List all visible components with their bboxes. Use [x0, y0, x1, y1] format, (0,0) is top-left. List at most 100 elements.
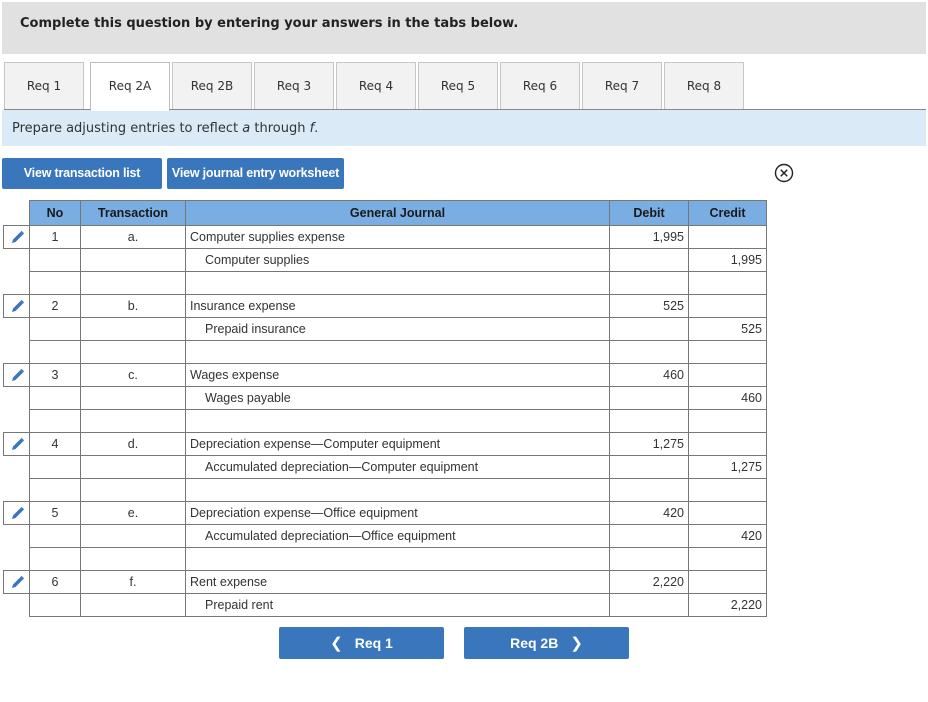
pencil-icon[interactable] [4, 295, 29, 317]
credit-amount-cell-empty[interactable] [688, 409, 767, 433]
edit-spacer-cell [4, 548, 30, 571]
credit-amount-cell-empty[interactable] [688, 570, 767, 594]
view-transaction-list-button[interactable]: View transaction list [2, 158, 162, 189]
journal-entry-debit-row: 2 b. Insurance expense 525 [3, 294, 767, 318]
edit-entry-cell[interactable] [3, 363, 30, 387]
credit-amount-cell-empty[interactable] [688, 225, 767, 249]
debit-amount-cell[interactable]: 2,220 [609, 570, 689, 594]
debit-account-cell[interactable]: Depreciation expense—Computer equipment [185, 432, 610, 456]
close-circle-icon[interactable] [774, 163, 794, 183]
credit-account-cell[interactable]: Computer supplies [185, 248, 610, 272]
credit-amount-cell-empty[interactable] [688, 340, 767, 364]
debit-amount-cell-empty[interactable] [609, 317, 689, 341]
debit-amount-cell-empty[interactable] [609, 524, 689, 548]
account-cell-empty[interactable] [185, 547, 610, 571]
account-cell-empty[interactable] [185, 478, 610, 502]
entry-number: 1 [29, 225, 81, 249]
entry-number-empty [29, 340, 81, 364]
edit-spacer-cell [4, 594, 30, 617]
edit-entry-cell[interactable] [3, 225, 30, 249]
entry-number: 5 [29, 501, 81, 525]
view-journal-entry-worksheet-button[interactable]: View journal entry worksheet [167, 158, 344, 189]
edit-entry-cell[interactable] [3, 501, 30, 525]
instruction-prefix: Prepare adjusting entries to reflect [12, 121, 243, 136]
entry-transaction: c. [80, 363, 186, 387]
tab-req-1[interactable]: Req 1 [4, 62, 84, 109]
account-cell-empty[interactable] [185, 271, 610, 295]
credit-account-cell[interactable]: Prepaid insurance [185, 317, 610, 341]
tab-req-2b[interactable]: Req 2B [172, 62, 252, 109]
debit-amount-cell-empty[interactable] [609, 386, 689, 410]
credit-amount-cell[interactable]: 460 [688, 386, 767, 410]
edit-spacer-cell [4, 341, 30, 364]
tab-req-8[interactable]: Req 8 [664, 62, 744, 109]
credit-amount-cell[interactable]: 2,220 [688, 593, 767, 617]
pencil-icon[interactable] [4, 502, 29, 524]
debit-amount-cell-empty[interactable] [609, 455, 689, 479]
tab-req-7[interactable]: Req 7 [582, 62, 662, 109]
previous-requirement-button[interactable]: ❮ Req 1 [279, 627, 444, 659]
tab-req-3[interactable]: Req 3 [254, 62, 334, 109]
credit-amount-cell[interactable]: 1,275 [688, 455, 767, 479]
debit-amount-cell-empty[interactable] [609, 248, 689, 272]
next-requirement-label: Req 2B [510, 635, 559, 651]
entry-transaction-empty [80, 478, 186, 502]
entry-transaction-empty [80, 455, 186, 479]
tab-req-5[interactable]: Req 5 [418, 62, 498, 109]
debit-account-cell[interactable]: Depreciation expense—Office equipment [185, 501, 610, 525]
credit-account-cell[interactable]: Accumulated depreciation—Computer equipm… [185, 455, 610, 479]
credit-account-cell[interactable]: Wages payable [185, 386, 610, 410]
tab-req-2a[interactable]: Req 2A [90, 62, 170, 111]
edit-column-header [3, 200, 30, 226]
credit-amount-cell-empty[interactable] [688, 271, 767, 295]
credit-amount-cell-empty[interactable] [688, 501, 767, 525]
debit-account-cell[interactable]: Wages expense [185, 363, 610, 387]
edit-entry-cell[interactable] [3, 570, 30, 594]
instruction-banner: Prepare adjusting entries to reflect a t… [2, 110, 926, 146]
credit-amount-cell[interactable]: 420 [688, 524, 767, 548]
entry-transaction-empty [80, 409, 186, 433]
credit-amount-cell-empty[interactable] [688, 432, 767, 456]
debit-amount-cell-empty[interactable] [609, 478, 689, 502]
debit-amount-cell[interactable]: 420 [609, 501, 689, 525]
pencil-icon[interactable] [4, 571, 29, 593]
entry-transaction-empty [80, 248, 186, 272]
next-requirement-button[interactable]: Req 2B ❯ [464, 627, 629, 659]
credit-account-cell[interactable]: Accumulated depreciation—Office equipmen… [185, 524, 610, 548]
debit-amount-cell[interactable]: 525 [609, 294, 689, 318]
pencil-icon[interactable] [4, 364, 29, 386]
debit-amount-cell[interactable]: 1,275 [609, 432, 689, 456]
tab-req-4[interactable]: Req 4 [336, 62, 416, 109]
credit-amount-cell-empty[interactable] [688, 547, 767, 571]
tab-req-6[interactable]: Req 6 [500, 62, 580, 109]
entry-transaction-empty [80, 386, 186, 410]
debit-account-cell[interactable]: Computer supplies expense [185, 225, 610, 249]
entry-transaction: a. [80, 225, 186, 249]
credit-amount-cell[interactable]: 1,995 [688, 248, 767, 272]
credit-amount-cell-empty[interactable] [688, 478, 767, 502]
debit-amount-cell-empty[interactable] [609, 271, 689, 295]
account-cell-empty[interactable] [185, 409, 610, 433]
entry-transaction-empty [80, 593, 186, 617]
journal-entry-debit-row: 6 f. Rent expense 2,220 [3, 570, 767, 594]
debit-amount-cell-empty[interactable] [609, 340, 689, 364]
debit-account-cell[interactable]: Rent expense [185, 570, 610, 594]
journal-entry-blank-row [4, 478, 767, 502]
edit-entry-cell[interactable] [3, 294, 30, 318]
credit-account-cell[interactable]: Prepaid rent [185, 593, 610, 617]
journal-entry-credit-row: Prepaid insurance 525 [4, 317, 767, 341]
pencil-icon[interactable] [4, 226, 29, 248]
pencil-icon[interactable] [4, 433, 29, 455]
debit-amount-cell-empty[interactable] [609, 409, 689, 433]
debit-amount-cell[interactable]: 1,995 [609, 225, 689, 249]
edit-entry-cell[interactable] [3, 432, 30, 456]
debit-amount-cell[interactable]: 460 [609, 363, 689, 387]
credit-amount-cell-empty[interactable] [688, 363, 767, 387]
debit-amount-cell-empty[interactable] [609, 547, 689, 571]
credit-amount-cell[interactable]: 525 [688, 317, 767, 341]
debit-amount-cell-empty[interactable] [609, 593, 689, 617]
entry-transaction-empty [80, 271, 186, 295]
credit-amount-cell-empty[interactable] [688, 294, 767, 318]
account-cell-empty[interactable] [185, 340, 610, 364]
debit-account-cell[interactable]: Insurance expense [185, 294, 610, 318]
